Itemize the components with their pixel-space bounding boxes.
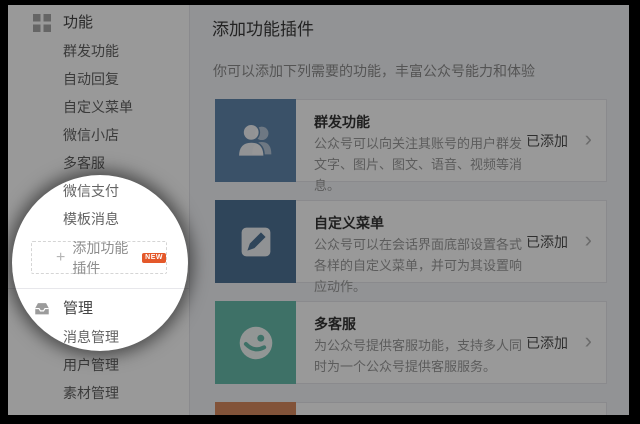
grid-icon [33, 14, 51, 32]
card-custom-menu[interactable]: 自定义菜单 公众号可以在会话界面底部设置各式各样的自定义菜单，并可为其设置响应动… [215, 200, 607, 283]
sidebar-item-custom-menu[interactable]: 自定义菜单 [8, 93, 189, 121]
sidebar-item-auto-reply[interactable]: 自动回复 [8, 65, 189, 93]
card-mass-messaging[interactable]: 群发功能 公众号可以向关注其账号的用户群发文字、图片、图文、语音、视频等消息。 … [215, 99, 607, 182]
add-plugin-label: 添加功能插件 [72, 238, 137, 278]
page-title: 添加功能插件 [212, 15, 629, 40]
card-title: 自定义菜单 [314, 213, 384, 233]
app-window: 功能 群发功能 自动回复 自定义菜单 微信小店 多客服 微信支付 模板消息 + … [0, 0, 640, 424]
sidebar-divider [8, 288, 189, 289]
template-icon [215, 402, 296, 415]
card-description: 公众号可以在会话界面底部设置各式各样的自定义菜单，并可为其设置响应动作。 [314, 234, 522, 297]
plus-icon: + [56, 250, 65, 266]
add-plugin-button[interactable]: + 添加功能插件 NEW [31, 241, 167, 274]
sidebar-section-manage: 管理 [8, 295, 189, 323]
page-subtitle: 你可以添加下列需要的功能，丰富公众号能力和体验 [213, 61, 629, 81]
sidebar-item-mass-messaging[interactable]: 群发功能 [8, 37, 189, 65]
sidebar-item-multi-service[interactable]: 多客服 [8, 149, 189, 177]
sidebar-section-label: 管理 [63, 295, 93, 323]
card-multi-service[interactable]: 多客服 为公众号提供客服功能，支持多人同时为一个公众号提供客服服务。 已添加 › [215, 301, 607, 384]
chevron-right-icon[interactable]: › [585, 327, 592, 353]
card-template-message[interactable]: 模板消息 › [215, 402, 607, 415]
pencil-icon [215, 200, 296, 283]
sidebar-item-material-management[interactable]: 素材管理 [8, 379, 189, 407]
sidebar-item-wechat-store[interactable]: 微信小店 [8, 121, 189, 149]
status-added: 已添加 [526, 232, 568, 252]
chevron-right-icon[interactable]: › [585, 125, 592, 151]
sidebar-item-message-management[interactable]: 消息管理 [8, 323, 189, 351]
inbox-icon [33, 300, 51, 318]
plugin-card-list: 群发功能 公众号可以向关注其账号的用户群发文字、图片、图文、语音、视频等消息。 … [215, 99, 607, 415]
card-title: 群发功能 [314, 112, 370, 132]
sidebar-item-user-management[interactable]: 用户管理 [8, 351, 189, 379]
status-added: 已添加 [526, 131, 568, 151]
main-content: 添加功能插件 你可以添加下列需要的功能，丰富公众号能力和体验 群发功能 公众号可… [190, 5, 629, 415]
chevron-right-icon[interactable]: › [585, 226, 592, 252]
sidebar: 功能 群发功能 自动回复 自定义菜单 微信小店 多客服 微信支付 模板消息 + … [8, 5, 190, 415]
people-icon [215, 99, 296, 182]
new-badge: NEW [142, 253, 166, 263]
card-description: 公众号可以向关注其账号的用户群发文字、图片、图文、语音、视频等消息。 [314, 133, 522, 196]
card-title: 多客服 [314, 314, 356, 334]
card-description: 为公众号提供客服功能，支持多人同时为一个公众号提供客服服务。 [314, 335, 522, 377]
smiley-icon [215, 301, 296, 384]
status-added: 已添加 [526, 333, 568, 353]
sidebar-item-template-message[interactable]: 模板消息 [8, 205, 189, 233]
sidebar-section-label: 功能 [63, 9, 93, 37]
page: 功能 群发功能 自动回复 自定义菜单 微信小店 多客服 微信支付 模板消息 + … [8, 5, 629, 415]
sidebar-item-wechat-pay[interactable]: 微信支付 [8, 177, 189, 205]
sidebar-section-features: 功能 [8, 9, 189, 37]
